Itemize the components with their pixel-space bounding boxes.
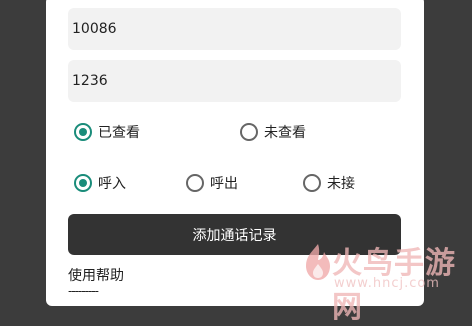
radio-viewed[interactable]: 已查看 — [74, 121, 140, 143]
radio-viewed-circle — [74, 123, 92, 141]
radio-incoming[interactable]: 呼入 — [74, 172, 126, 194]
radio-incoming-circle — [74, 174, 92, 192]
phone-number-input[interactable] — [68, 8, 401, 50]
help-divider: --------- — [68, 284, 99, 298]
radio-unviewed-circle — [240, 123, 258, 141]
radio-incoming-label: 呼入 — [98, 176, 126, 192]
radio-unviewed-label: 未查看 — [264, 125, 306, 141]
radio-outgoing-circle — [186, 174, 204, 192]
radio-unviewed[interactable]: 未查看 — [240, 121, 306, 143]
radio-viewed-label: 已查看 — [98, 125, 140, 141]
radio-missed-label: 未接 — [327, 176, 355, 192]
radio-missed[interactable]: 未接 — [303, 172, 355, 194]
watermark-url: www.hncj.com — [334, 276, 440, 291]
help-title[interactable]: 使用帮助 — [68, 265, 124, 285]
radio-outgoing[interactable]: 呼出 — [186, 172, 238, 194]
duration-input[interactable] — [68, 60, 401, 102]
radio-missed-circle — [303, 174, 321, 192]
radio-outgoing-label: 呼出 — [210, 176, 238, 192]
watermark: 火鸟手游网 www.hncj.com — [298, 238, 466, 325]
